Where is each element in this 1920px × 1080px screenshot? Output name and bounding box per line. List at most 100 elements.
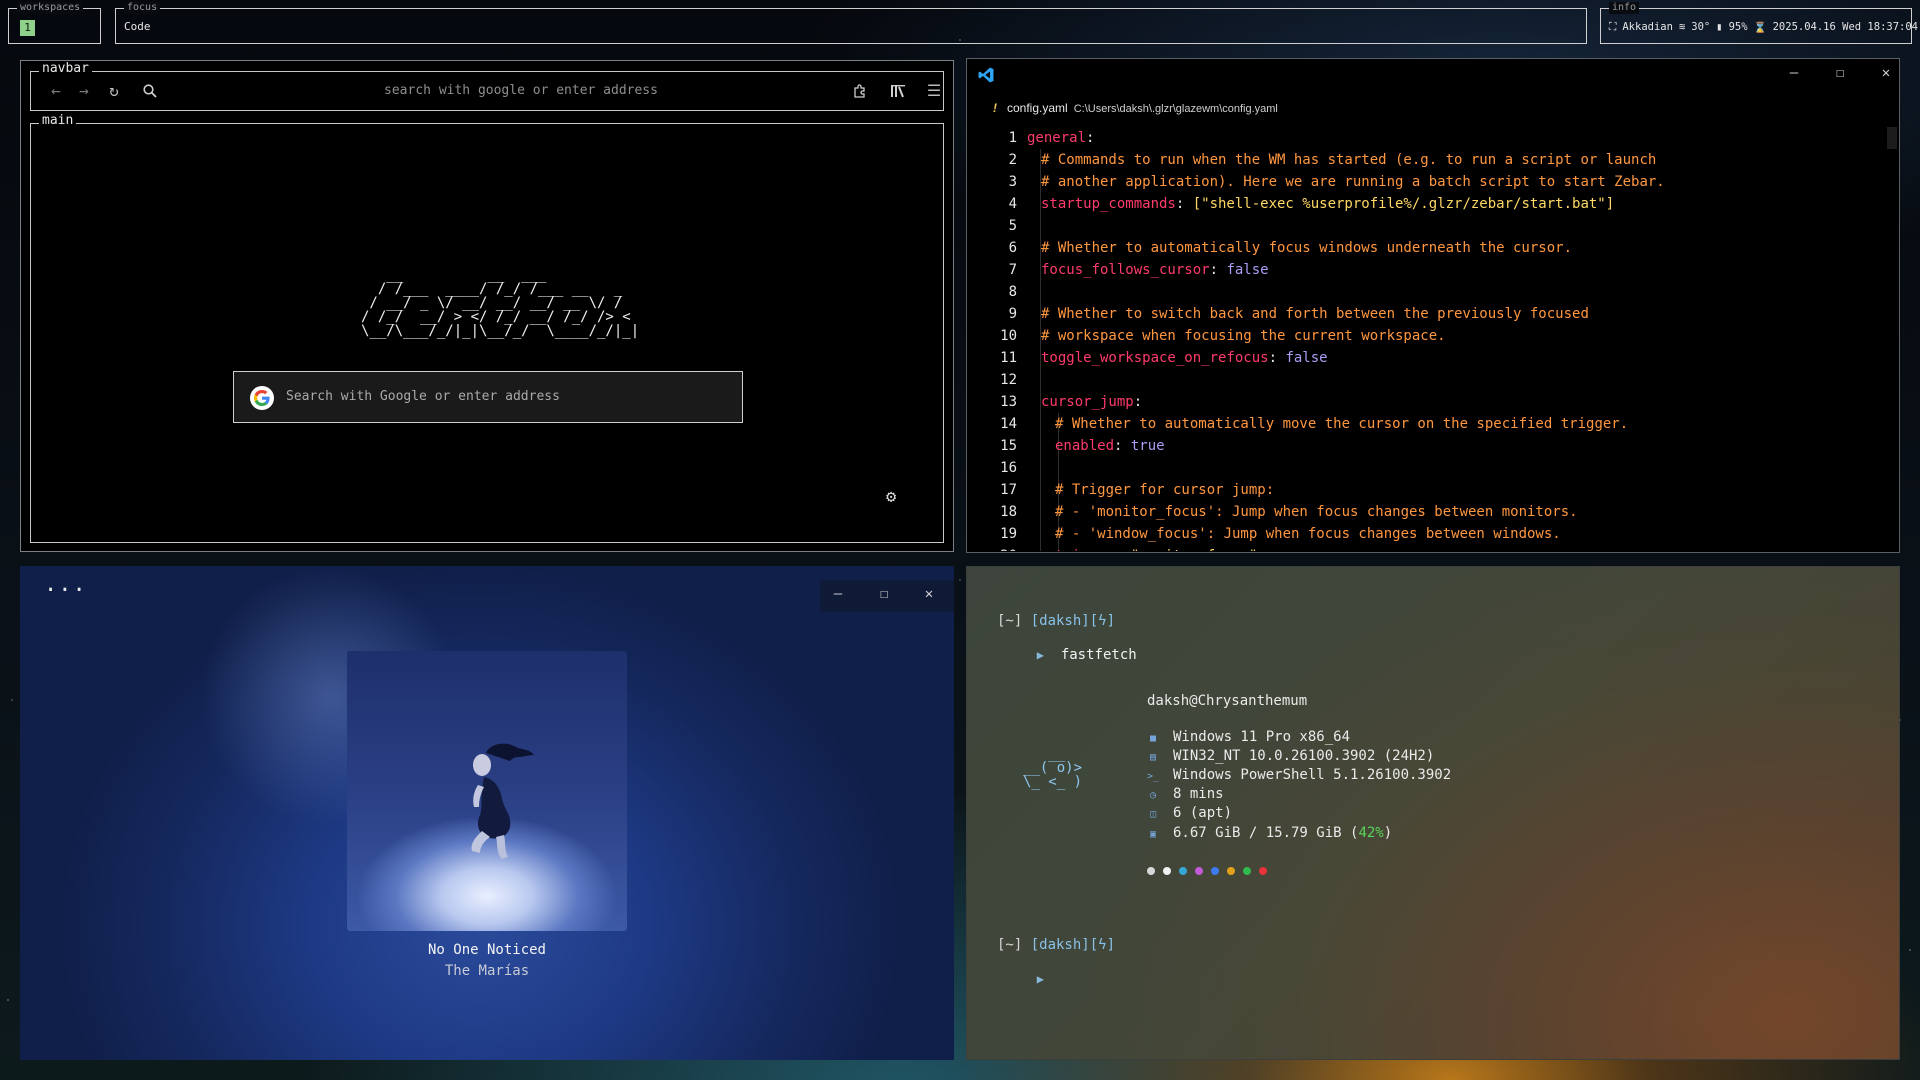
code-line[interactable]: 8 bbox=[967, 281, 1887, 303]
code-line[interactable]: 4 startup_commands: ["shell-exec %userpro… bbox=[967, 193, 1887, 215]
reload-icon[interactable]: ↻ bbox=[103, 80, 125, 102]
code-token: focus_follows_cursor bbox=[1041, 262, 1210, 278]
code-token: trigger bbox=[1055, 548, 1114, 551]
indent-guide bbox=[1058, 457, 1059, 479]
album-art[interactable] bbox=[347, 651, 627, 931]
code-token: : bbox=[1175, 196, 1193, 212]
line-number: 20 bbox=[967, 545, 1017, 551]
fastfetch-row-text: Windows PowerShell 5.1.26100.3902 bbox=[1173, 767, 1452, 783]
palette-swatch bbox=[1147, 867, 1155, 875]
editor-filename: config.yaml bbox=[1007, 101, 1068, 115]
code-line[interactable]: 10 # workspace when focusing the current … bbox=[967, 325, 1887, 347]
code-line[interactable]: 15 enabled: true bbox=[967, 435, 1887, 457]
ascii-logo: __ __ ___ / /___ ____/ /_/ /___ __ _ / _… bbox=[361, 267, 640, 339]
library-icon[interactable] bbox=[887, 80, 909, 102]
prompt-command: fastfetch bbox=[1060, 647, 1137, 663]
line-content: enabled: true bbox=[1055, 435, 1165, 457]
code-line[interactable]: 13 cursor_jump: bbox=[967, 391, 1887, 413]
google-icon bbox=[250, 386, 274, 410]
prompt-arrow-icon: ▶ bbox=[1036, 648, 1044, 662]
code-line[interactable]: 14 # Whether to automatically move the cu… bbox=[967, 413, 1887, 435]
line-content: startup_commands: ["shell-exec %userprof… bbox=[1041, 193, 1614, 215]
line-number: 10 bbox=[1000, 328, 1017, 344]
line-number: 12 bbox=[1000, 372, 1017, 388]
code-token: : bbox=[1268, 350, 1286, 366]
uptime-icon: ◷ bbox=[1149, 790, 1157, 801]
code-line[interactable]: 3 # another application). Here we are run… bbox=[967, 171, 1887, 193]
line-number: 15 bbox=[1000, 438, 1017, 454]
close-button[interactable]: ✕ bbox=[1875, 65, 1897, 81]
gear-icon[interactable]: ⚙ bbox=[886, 487, 896, 507]
extensions-icon[interactable] bbox=[849, 80, 871, 102]
fastfetch-row: ■ Windows 11 Pro x86_64 bbox=[1147, 729, 1350, 747]
maximize-button[interactable]: ☐ bbox=[873, 586, 895, 602]
code-line[interactable]: 7 focus_follows_cursor: false bbox=[967, 259, 1887, 281]
code-token: : bbox=[1209, 262, 1227, 278]
focused-window-title: Code bbox=[124, 20, 151, 33]
search-icon[interactable] bbox=[139, 80, 161, 102]
clock-icon: ⌛ bbox=[1753, 22, 1767, 34]
info-legend: info bbox=[1609, 2, 1640, 14]
fastfetch-memory: ▣ 6.67 GiB / 15.79 GiB (42%) bbox=[1147, 825, 1392, 843]
code-line[interactable]: 20 trigger: "monitor_focus" bbox=[967, 545, 1887, 551]
forward-arrow-icon[interactable]: → bbox=[73, 80, 95, 102]
fastfetch-row: >_ Windows PowerShell 5.1.26100.3902 bbox=[1147, 767, 1451, 785]
code-line[interactable]: 11 toggle_workspace_on_refocus: false bbox=[967, 347, 1887, 369]
fastfetch-row: ▤ WIN32_NT 10.0.26100.3902 (24H2) bbox=[1147, 748, 1434, 766]
maximize-button[interactable]: ☐ bbox=[1829, 65, 1851, 81]
back-arrow-icon[interactable]: ← bbox=[45, 80, 67, 102]
line-number: 3 bbox=[1008, 174, 1017, 190]
minimize-button[interactable]: — bbox=[1783, 65, 1805, 81]
more-options-icon[interactable]: ··· bbox=[44, 580, 87, 602]
palette-swatch bbox=[1243, 867, 1251, 875]
fastfetch-row: ◫ 6 (apt) bbox=[1147, 805, 1232, 823]
yaml-file-icon: ! bbox=[993, 101, 997, 115]
line-number: 4 bbox=[1008, 196, 1017, 212]
code-token: enabled bbox=[1055, 438, 1115, 454]
prompt-cursor-line[interactable]: ▶ bbox=[1003, 955, 1044, 1003]
minimize-button[interactable]: — bbox=[827, 586, 849, 602]
code-token: # - 'window_focus': Jump when focus chan… bbox=[1055, 526, 1561, 542]
focus-legend: focus bbox=[124, 2, 161, 14]
code-line[interactable]: 2 # Commands to run when the WM has start… bbox=[967, 149, 1887, 171]
code-line[interactable]: 19 # - 'window_focus': Jump when focus ch… bbox=[967, 523, 1887, 545]
package-icon: ◫ bbox=[1149, 809, 1157, 820]
line-content: # Whether to switch back and forth betwe… bbox=[1041, 303, 1589, 325]
prompt-dir-1: [~] bbox=[997, 613, 1023, 629]
close-button[interactable]: ✕ bbox=[918, 586, 940, 602]
info-widget: info ⛶ Akkadian ≋ 30° ▮ 95% ⌛ 2025.04.16… bbox=[1600, 2, 1918, 44]
workspace-1-button[interactable]: 1 bbox=[20, 20, 35, 36]
menu-icon[interactable]: ☰ bbox=[923, 80, 945, 102]
code-line[interactable]: 6 # Whether to automatically focus window… bbox=[967, 237, 1887, 259]
code-line[interactable]: 5 bbox=[967, 215, 1887, 237]
album-art-figure bbox=[471, 743, 534, 859]
line-content: trigger: "monitor_focus" bbox=[1055, 545, 1257, 551]
code-token: : bbox=[1114, 438, 1131, 454]
code-token: # Whether to automatically move the curs… bbox=[1055, 416, 1629, 432]
track-artist[interactable]: The Marías bbox=[20, 963, 954, 979]
code-line[interactable]: 18 # - 'monitor_focus': Jump when focus c… bbox=[967, 501, 1887, 523]
editor-breadcrumb[interactable]: ! config.yaml C:\Users\daksh\.glzr\glazewm… bbox=[993, 101, 1278, 115]
code-token: # another application). Here we are runn… bbox=[1041, 174, 1665, 190]
address-bar[interactable]: search with google or enter address bbox=[321, 83, 721, 98]
code-line[interactable]: 16 bbox=[967, 457, 1887, 479]
editor-scrollbar[interactable] bbox=[1887, 127, 1897, 149]
terminal-window[interactable]: [daksh][ϟ] [~] ▶ fastfetch __ __( o)> \_… bbox=[966, 566, 1900, 1060]
code-editor[interactable]: 1 general: 2 # Commands to run when the WM … bbox=[967, 127, 1887, 551]
line-number: 11 bbox=[1000, 350, 1017, 366]
google-search-input[interactable]: Search with Google or enter address bbox=[233, 371, 743, 423]
shell-icon: >_ bbox=[1147, 771, 1160, 782]
palette-swatch bbox=[1259, 867, 1267, 875]
music-player-window: ··· — ☐ ✕ No One Noticed The Marías bbox=[20, 566, 954, 1060]
code-line[interactable]: 9 # Whether to switch back and forth betw… bbox=[967, 303, 1887, 325]
navbar-legend: navbar bbox=[39, 62, 92, 75]
code-line[interactable]: 17 # Trigger for cursor jump: bbox=[967, 479, 1887, 501]
battery-icon: ▮ bbox=[1716, 21, 1723, 33]
code-line[interactable]: 12 bbox=[967, 369, 1887, 391]
line-content: # Whether to automatically move the curs… bbox=[1055, 413, 1628, 435]
palette-swatch bbox=[1163, 867, 1171, 875]
prompt-bolt: [ϟ] bbox=[1089, 937, 1116, 953]
code-line[interactable]: 1 general: bbox=[967, 127, 1887, 149]
music-window-controls: — ☐ ✕ bbox=[820, 580, 954, 612]
line-number: 8 bbox=[1008, 284, 1017, 300]
